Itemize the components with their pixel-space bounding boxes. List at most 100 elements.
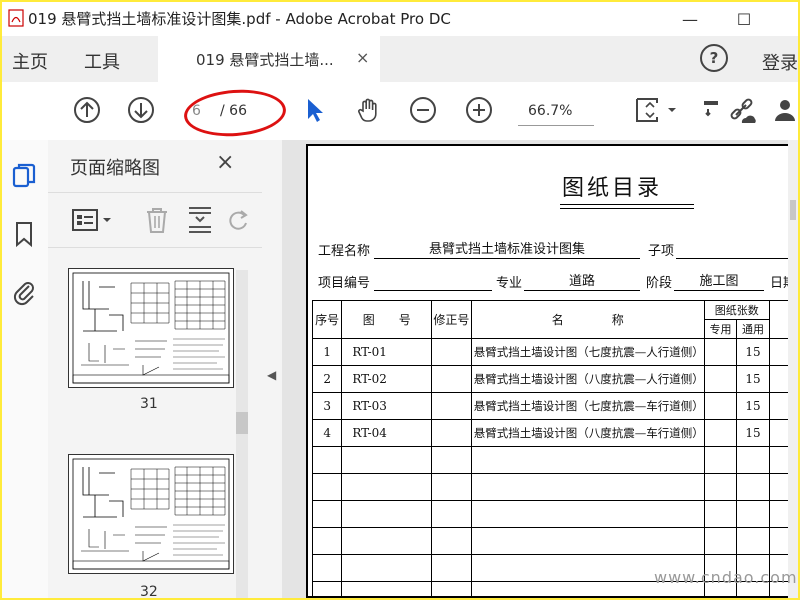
row-code: RT-04 <box>341 419 433 447</box>
underline <box>374 258 640 259</box>
row-special <box>703 392 738 420</box>
document-tab[interactable]: 019 悬臂式挡土墙... × <box>158 36 380 82</box>
delete-page-icon[interactable] <box>144 205 170 235</box>
table-row <box>311 446 797 474</box>
main-toolbar: 6 / 66 66.7% <box>2 82 798 141</box>
page-thumbnail[interactable] <box>68 268 234 388</box>
row-special <box>703 365 738 393</box>
row-code: RT-03 <box>341 392 433 420</box>
row-seq: 2 <box>311 365 343 393</box>
row-seq: 1 <box>311 338 343 366</box>
acrobat-app-icon <box>8 9 24 27</box>
tab-bar: 主页 工具 019 悬臂式挡土墙... × ? 登录 <box>2 36 798 82</box>
thumbnail-scrollbar[interactable] <box>236 270 248 598</box>
help-icon[interactable]: ? <box>700 44 728 72</box>
table-row <box>311 527 797 555</box>
table-row: 1 RT-01 悬臂式挡土墙设计图（七度抗震—人行道侧） 15 <box>311 338 797 366</box>
panel-splitter[interactable]: ◀ <box>262 140 282 598</box>
project-name-value: 悬臂式挡土墙标准设计图集 <box>428 242 585 257</box>
comment-tool-icon[interactable] <box>700 95 720 125</box>
attachments-icon[interactable] <box>10 278 38 306</box>
row-code: RT-01 <box>341 338 433 366</box>
thumbnail-options-icon[interactable] <box>72 207 116 233</box>
select-cursor-icon[interactable] <box>300 95 330 125</box>
rotate-page-icon[interactable] <box>226 205 250 235</box>
row-general: 15 <box>736 419 770 447</box>
header-drawing-no: 图 号 <box>341 300 433 339</box>
project-name-label: 工程名称 <box>318 244 371 259</box>
table-row: 2 RT-02 悬臂式挡土墙设计图（八度抗震—人行道侧） 15 <box>311 365 797 393</box>
document-scroll-thumb[interactable] <box>790 200 796 220</box>
row-general: 15 <box>736 338 770 366</box>
thumbnail-page-number: 32 <box>140 584 158 598</box>
next-page-icon[interactable] <box>126 95 156 125</box>
bookmarks-icon[interactable] <box>10 220 38 248</box>
header-revision: 修正号 <box>431 300 472 339</box>
drawing-index-title: 图纸目录 <box>562 176 663 201</box>
underline <box>676 258 798 259</box>
minimize-button[interactable]: — <box>670 2 710 36</box>
table-row: 4 RT-04 悬臂式挡土墙设计图（八度抗震—车行道侧） 15 <box>311 419 797 447</box>
header-sheet-count: 图纸张数 <box>703 300 770 320</box>
hand-tool-icon[interactable] <box>354 95 384 125</box>
close-tab-icon[interactable]: × <box>356 48 369 67</box>
zoom-value: 66.7% <box>528 103 573 119</box>
underline <box>374 290 492 291</box>
left-tool-rail <box>2 140 49 598</box>
share-link-icon[interactable] <box>728 95 758 125</box>
watermark: www.cndao.com <box>654 568 798 587</box>
zoom-out-icon[interactable] <box>408 95 438 125</box>
window-title: 019 悬臂式挡土墙标准设计图集.pdf - Adobe Acrobat Pro… <box>28 10 451 28</box>
row-name: 悬臂式挡土墙设计图（八度抗震—车行道侧） <box>470 419 705 447</box>
sub-item-label: 子项 <box>648 244 675 259</box>
row-name: 悬臂式挡土墙设计图（八度抗震—人行道侧） <box>470 365 705 393</box>
fit-page-icon[interactable] <box>634 95 680 125</box>
row-general: 15 <box>736 365 770 393</box>
previous-page-icon[interactable] <box>72 95 102 125</box>
page-thumbnail[interactable] <box>68 454 234 574</box>
maximize-button[interactable]: ☐ <box>724 2 764 36</box>
tools-menu[interactable]: 工具 <box>84 48 120 74</box>
stage-label: 阶段 <box>646 276 673 291</box>
table-row <box>311 473 797 501</box>
thumbnail-panel: 页面缩略图 × 31 32 <box>48 140 262 598</box>
header-name: 名 称 <box>470 300 705 339</box>
thumbnail-scroll-thumb[interactable] <box>236 412 248 434</box>
underline <box>524 290 640 291</box>
thumbnail-drawing <box>72 272 230 384</box>
insert-page-icon[interactable] <box>186 205 214 235</box>
header-seq: 序号 <box>311 300 343 339</box>
drawing-index-table: 序号 图 号 修正号 名 称 图纸张数 专用 通用 1 RT-01 悬臂式挡土墙… <box>311 300 797 598</box>
table-row: 3 RT-03 悬臂式挡土墙设计图（七度抗震—车行道侧） 15 <box>311 392 797 420</box>
collapse-arrow-icon[interactable]: ◀ <box>267 368 276 382</box>
row-name: 悬臂式挡土墙设计图（七度抗震—人行道侧） <box>470 338 705 366</box>
zoom-in-icon[interactable] <box>464 95 494 125</box>
row-code: RT-02 <box>341 365 433 393</box>
thumbnail-drawing <box>72 458 230 570</box>
header-special: 专用 <box>703 319 738 339</box>
document-scrollbar[interactable] <box>788 140 798 598</box>
row-seq: 4 <box>311 419 343 447</box>
underline <box>674 290 764 291</box>
document-tab-label: 019 悬臂式挡土墙... <box>196 51 334 69</box>
zoom-level-dropdown[interactable]: 66.7% <box>518 99 594 126</box>
user-icon[interactable] <box>770 95 798 125</box>
document-view[interactable]: 图纸目录 工程名称 悬臂式挡土墙标准设计图集 子项 项目编号 专业 道路 阶段 … <box>282 140 798 598</box>
major-value: 道路 <box>568 274 595 289</box>
row-special <box>703 338 738 366</box>
title-underline <box>560 204 694 209</box>
header-general: 通用 <box>736 319 770 339</box>
row-revision <box>431 365 472 393</box>
project-number-label: 项目编号 <box>318 276 371 291</box>
row-revision <box>431 419 472 447</box>
row-general: 15 <box>736 392 770 420</box>
pdf-page: 图纸目录 工程名称 悬臂式挡土墙标准设计图集 子项 项目编号 专业 道路 阶段 … <box>306 144 798 598</box>
close-panel-icon[interactable]: × <box>216 150 234 175</box>
row-special <box>703 419 738 447</box>
table-row <box>311 500 797 528</box>
login-link[interactable]: 登录 <box>762 49 798 75</box>
page-thumbnails-icon[interactable] <box>10 162 38 190</box>
thumbnail-page-number: 31 <box>140 396 158 412</box>
home-menu[interactable]: 主页 <box>12 48 48 74</box>
major-label: 专业 <box>496 276 523 291</box>
